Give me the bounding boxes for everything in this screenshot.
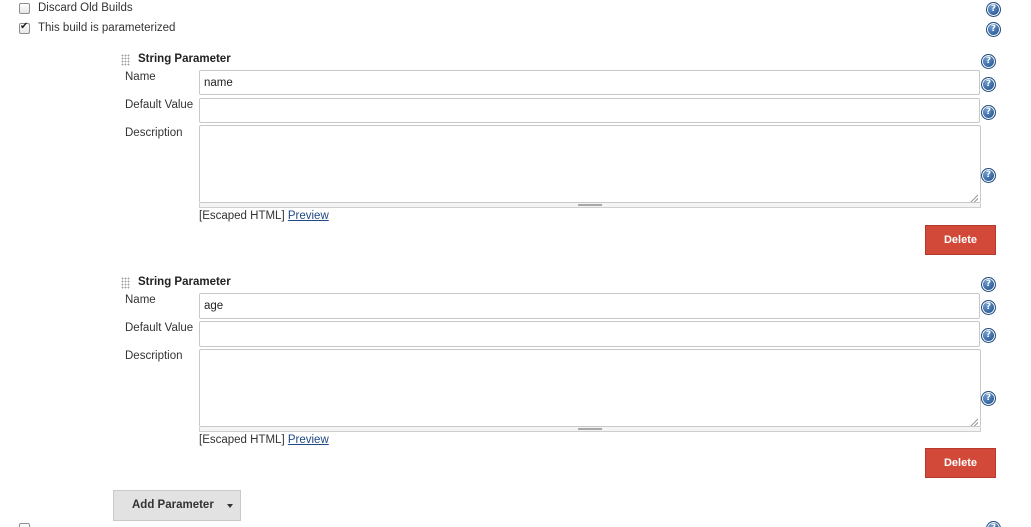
help-icon[interactable] <box>981 300 996 315</box>
escaped-html-note: [Escaped HTML] Preview <box>199 210 329 222</box>
resize-grip-icon[interactable] <box>971 419 978 426</box>
parameterized-checkbox[interactable]: ✔ <box>19 21 30 34</box>
parameterized-label[interactable]: This build is parameterized <box>38 22 175 34</box>
help-icon[interactable] <box>986 22 1001 37</box>
textarea-resize-handle[interactable] <box>199 203 981 208</box>
add-parameter-label: Add Parameter <box>132 499 214 511</box>
parameter-type-title: String Parameter <box>138 53 231 65</box>
parameter-name-input[interactable] <box>199 70 980 95</box>
delete-button[interactable]: Delete <box>925 448 996 478</box>
next-option-checkbox[interactable] <box>19 523 30 527</box>
preview-link[interactable]: Preview <box>288 434 329 446</box>
default-value-input[interactable] <box>199 321 980 347</box>
help-icon[interactable] <box>981 168 996 183</box>
drag-handle-icon[interactable] <box>121 277 130 289</box>
default-value-input[interactable] <box>199 98 980 123</box>
description-label: Description <box>125 127 183 139</box>
preview-link[interactable]: Preview <box>288 210 329 222</box>
default-value-label: Default Value <box>125 99 194 111</box>
resize-grip-icon[interactable] <box>971 195 978 202</box>
help-icon[interactable] <box>981 54 996 69</box>
discard-old-builds-label[interactable]: Discard Old Builds <box>38 2 133 14</box>
help-icon[interactable] <box>981 105 996 120</box>
name-label: Name <box>125 294 156 306</box>
description-label: Description <box>125 350 183 362</box>
default-value-label: Default Value <box>125 322 194 334</box>
help-icon[interactable] <box>986 2 1001 17</box>
escaped-html-note: [Escaped HTML] Preview <box>199 434 329 446</box>
name-label: Name <box>125 71 156 83</box>
help-icon[interactable] <box>981 77 996 92</box>
drag-handle-icon[interactable] <box>121 54 130 66</box>
help-icon[interactable] <box>981 391 996 406</box>
help-icon[interactable] <box>981 277 996 292</box>
caret-down-icon[interactable] <box>227 504 233 508</box>
parameter-name-input[interactable] <box>199 293 980 319</box>
help-icon[interactable] <box>981 328 996 343</box>
add-parameter-button[interactable]: Add Parameter <box>113 490 241 521</box>
checkmark-icon: ✔ <box>20 21 29 32</box>
parameter-type-title: String Parameter <box>138 276 231 288</box>
textarea-resize-handle[interactable] <box>199 427 981 432</box>
discard-old-builds-checkbox[interactable] <box>19 3 30 14</box>
job-config-page: Discard Old Builds ✔ This build is param… <box>0 0 1031 527</box>
delete-button[interactable]: Delete <box>925 225 996 255</box>
description-textarea[interactable] <box>199 349 981 427</box>
description-textarea[interactable] <box>199 125 981 203</box>
help-icon[interactable] <box>986 521 1001 527</box>
